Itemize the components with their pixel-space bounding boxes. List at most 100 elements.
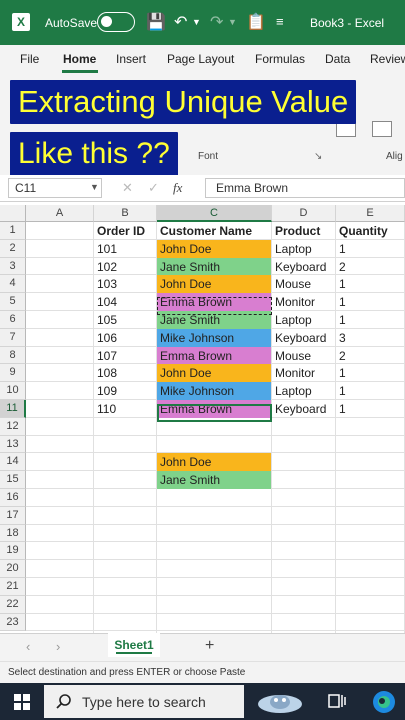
header-product[interactable]: Product	[272, 222, 335, 240]
row-header-7[interactable]: 7	[0, 328, 26, 347]
cell-customer-name[interactable]: Jane Smith	[157, 257, 271, 276]
cell-product[interactable]: Keyboard	[272, 258, 335, 276]
tab-review[interactable]: Review	[370, 52, 405, 66]
row-header-18[interactable]: 18	[0, 524, 26, 543]
cell-quantity[interactable]: 1	[336, 275, 404, 293]
row-header-16[interactable]: 16	[0, 489, 26, 507]
cell-customer-name[interactable]: Mike Johnson	[157, 328, 271, 347]
cell-customer-name[interactable]: Emma Brown	[157, 346, 271, 365]
confirm-entry-icon[interactable]: ✓	[148, 180, 159, 196]
cell-customer-name[interactable]: John Doe	[157, 239, 271, 258]
cell-product[interactable]: Mouse	[272, 347, 335, 365]
row-header-10[interactable]: 10	[0, 382, 26, 400]
redo-icon[interactable]: ↷	[210, 12, 223, 32]
cell-quantity[interactable]: 1	[336, 364, 404, 382]
row-header-8[interactable]: 8	[0, 346, 26, 365]
cell-quantity[interactable]: 1	[336, 240, 404, 258]
cell-quantity[interactable]: 1	[336, 382, 404, 400]
redo-dropdown-icon[interactable]: ▼	[228, 17, 237, 27]
cell-product[interactable]: Monitor	[272, 364, 335, 382]
row-header-9[interactable]: 9	[0, 364, 26, 383]
cell-customer-name[interactable]: John Doe	[157, 275, 271, 294]
next-sheet-icon[interactable]: ›	[56, 639, 60, 654]
cell-product[interactable]: Laptop	[272, 382, 335, 400]
cell-order-id[interactable]: 103	[94, 275, 156, 293]
cell-order-id[interactable]: 101	[94, 240, 156, 258]
edge-browser-icon[interactable]	[372, 690, 396, 714]
row-header-20[interactable]: 20	[0, 560, 26, 578]
cell-order-id[interactable]: 107	[94, 347, 156, 365]
tab-page-layout[interactable]: Page Layout	[167, 52, 234, 66]
align-center-icon[interactable]	[372, 121, 392, 137]
unique-customer-cell[interactable]: John Doe	[157, 453, 271, 472]
column-header-c[interactable]: C	[157, 205, 272, 222]
cell-quantity[interactable]: 1	[336, 293, 404, 311]
row-header-22[interactable]: 22	[0, 595, 26, 614]
row-header-2[interactable]: 2	[0, 239, 26, 258]
cell-customer-name[interactable]: Mike Johnson	[157, 382, 271, 400]
cell-order-id[interactable]: 106	[94, 329, 156, 347]
cell-quantity[interactable]: 2	[336, 258, 404, 276]
row-header-5[interactable]: 5	[0, 293, 26, 311]
undo-dropdown-icon[interactable]: ▼	[192, 17, 201, 27]
cell-order-id[interactable]: 105	[94, 311, 156, 329]
row-header-17[interactable]: 17	[0, 506, 26, 525]
customize-toolbar-icon[interactable]: ≡	[276, 14, 284, 29]
cell-order-id[interactable]: 104	[94, 293, 156, 311]
tab-formulas[interactable]: Formulas	[255, 52, 305, 66]
tab-data[interactable]: Data	[325, 52, 350, 66]
autosave-toggle[interactable]	[97, 12, 135, 32]
cell-quantity[interactable]: 2	[336, 347, 404, 365]
cell-order-id[interactable]: 110	[94, 400, 156, 418]
cell-quantity[interactable]: 1	[336, 311, 404, 329]
row-header-12[interactable]: 12	[0, 417, 26, 436]
row-header-11[interactable]: 11	[0, 400, 26, 418]
tab-file[interactable]: File	[20, 52, 39, 66]
prev-sheet-icon[interactable]: ‹	[26, 639, 30, 654]
insert-function-icon[interactable]: fx	[173, 180, 182, 196]
cell-product[interactable]: Laptop	[272, 311, 335, 329]
cancel-entry-icon[interactable]: ✕	[122, 180, 133, 196]
tab-insert[interactable]: Insert	[116, 52, 146, 66]
column-header-a[interactable]: A	[26, 205, 94, 222]
cell-product[interactable]: Mouse	[272, 275, 335, 293]
unique-customer-cell[interactable]: Jane Smith	[157, 471, 271, 489]
row-header-3[interactable]: 3	[0, 257, 26, 276]
header-customer-name[interactable]: Customer Name	[157, 222, 271, 240]
task-view-icon[interactable]	[328, 692, 346, 710]
cell-order-id[interactable]: 109	[94, 382, 156, 400]
cell-product[interactable]: Keyboard	[272, 400, 335, 418]
cell-product[interactable]: Laptop	[272, 240, 335, 258]
name-box-dropdown-icon[interactable]: ▼	[90, 182, 99, 192]
row-header-14[interactable]: 14	[0, 453, 26, 472]
row-header-13[interactable]: 13	[0, 435, 26, 454]
cell-quantity[interactable]: 1	[336, 400, 404, 418]
row-header-21[interactable]: 21	[0, 578, 26, 596]
row-header-23[interactable]: 23	[0, 613, 26, 632]
header-order-id[interactable]: Order ID	[94, 222, 156, 240]
undo-icon[interactable]: ↶	[174, 12, 187, 32]
formula-input[interactable]: Emma Brown	[205, 178, 405, 198]
windows-start-icon[interactable]	[14, 694, 30, 710]
add-sheet-button[interactable]: +	[205, 637, 214, 655]
header-quantity[interactable]: Quantity	[336, 222, 404, 240]
cell-quantity[interactable]: 3	[336, 329, 404, 347]
cell-customer-name[interactable]: John Doe	[157, 364, 271, 383]
row-header-19[interactable]: 19	[0, 542, 26, 561]
row-header-6[interactable]: 6	[0, 311, 26, 329]
font-dialog-launcher-icon[interactable]: ↘	[314, 151, 322, 162]
cell-product[interactable]: Monitor	[272, 293, 335, 311]
name-box[interactable]: C11	[8, 178, 102, 198]
clipboard-icon[interactable]: 📋	[246, 12, 266, 32]
save-icon[interactable]: 💾	[146, 12, 166, 32]
row-header-1[interactable]: 1	[0, 222, 26, 240]
cell-product[interactable]: Keyboard	[272, 329, 335, 347]
sheet-tab-sheet1[interactable]: Sheet1	[108, 633, 160, 657]
cell-order-id[interactable]: 108	[94, 364, 156, 382]
tab-home[interactable]: Home	[63, 52, 96, 66]
select-all-corner[interactable]	[0, 205, 26, 222]
row-header-15[interactable]: 15	[0, 471, 26, 489]
column-header-d[interactable]: D	[272, 205, 336, 222]
cell-order-id[interactable]: 102	[94, 258, 156, 276]
column-header-e[interactable]: E	[336, 205, 405, 222]
